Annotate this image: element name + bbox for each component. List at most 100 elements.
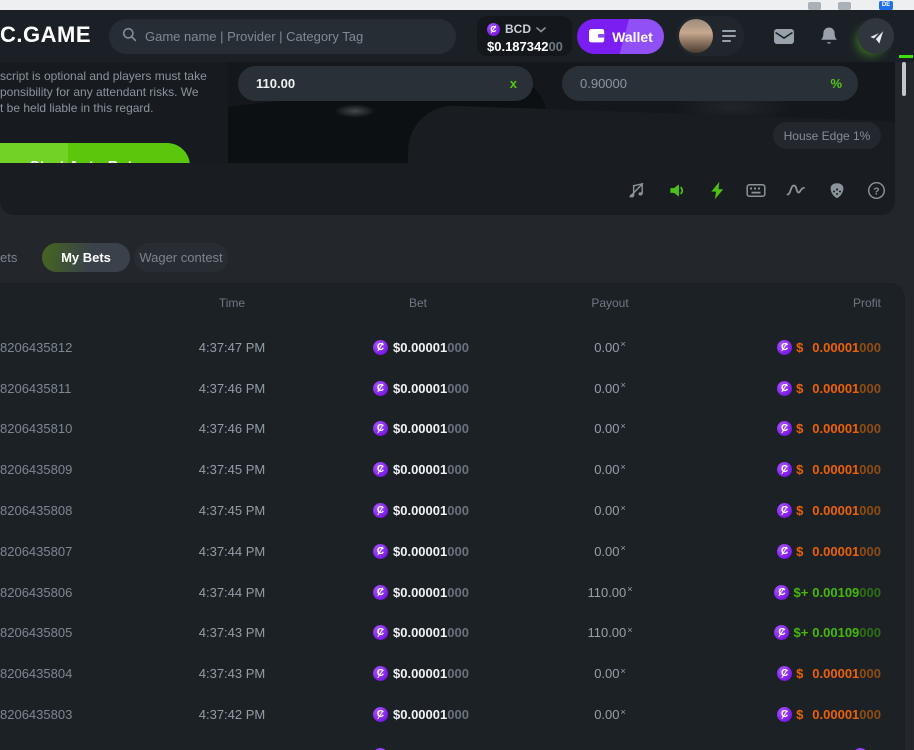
browser-extension-icon[interactable]	[808, 2, 821, 10]
table-row[interactable]: 8206435812 4:37:47 PM C $0.00001000 0.00…	[0, 327, 905, 368]
site-logo[interactable]: C.GAME	[0, 22, 91, 48]
bcd-coin-icon: C	[774, 625, 789, 640]
wallet-icon	[588, 28, 605, 46]
table-row[interactable]: 8206435810 4:37:46 PM C $0.00001000 0.00…	[0, 409, 905, 450]
bet-payout: 0.00×	[540, 409, 680, 450]
sound-on-icon[interactable]	[667, 180, 687, 200]
table-row[interactable]: 8206435806 4:37:44 PM C $0.00001000 110.…	[0, 572, 905, 613]
seed-icon[interactable]	[827, 180, 847, 200]
table-row[interactable]: 8206435804 4:37:43 PM C $0.00001000 0.00…	[0, 653, 905, 694]
browser-strip: DE	[0, 0, 914, 10]
bcd-coin-icon: C	[777, 340, 792, 355]
bcd-coin-icon: C	[777, 381, 792, 396]
bcd-coin-icon: C	[774, 585, 789, 600]
game-panel: script is optional and players must take…	[0, 62, 895, 215]
browser-extension-icon[interactable]	[838, 2, 851, 10]
table-row[interactable]: 8206435807 4:37:44 PM C $0.00001000 0.00…	[0, 531, 905, 572]
bet-profit: C $0.00001000	[777, 653, 881, 694]
tab-my-bets[interactable]: My Bets	[42, 243, 130, 272]
bet-time	[152, 735, 312, 750]
bcd-coin-icon: C	[373, 340, 388, 355]
balance-amount: $0.187342	[487, 39, 548, 54]
table-body: 8206435812 4:37:47 PM C $0.00001000 0.00…	[0, 327, 905, 750]
column-header-bet: Bet	[358, 296, 478, 310]
bet-amount: C $0.00001000	[373, 449, 469, 490]
bet-id: 8206435805	[0, 613, 72, 654]
balance-selector[interactable]: C BCD $0.18734200	[477, 16, 572, 56]
bet-profit: C	[853, 735, 881, 750]
column-header-payout: Payout	[540, 296, 680, 310]
table-row[interactable]: 8206435811 4:37:46 PM C $0.00001000 0.00…	[0, 368, 905, 409]
turbo-icon[interactable]	[707, 180, 727, 200]
table-row[interactable]: 8206435809 4:37:45 PM C $0.00001000 0.00…	[0, 449, 905, 490]
bet-amount: C $0.00001000	[373, 490, 469, 531]
tab-wager-contest[interactable]: Wager contest	[134, 243, 228, 272]
balance-currency: BCD	[505, 22, 531, 36]
bet-list-icon[interactable]	[722, 30, 736, 45]
green-accent-segment	[899, 55, 913, 58]
wallet-button[interactable]: Wallet	[577, 19, 664, 54]
svg-text:?: ?	[873, 186, 879, 197]
bet-id: 8206435804	[0, 653, 72, 694]
bet-profit: C $0.00001000	[777, 327, 881, 368]
balance-amount-dim: 00	[548, 39, 562, 54]
bcd-coin-icon: C	[373, 666, 388, 681]
bet-id: 8206435810	[0, 409, 72, 450]
bcd-coin-icon: C	[373, 707, 388, 722]
payout-input[interactable]: 110.00 x	[238, 66, 533, 101]
multiplier-x-icon: x	[510, 76, 517, 91]
payout-input-value: 110.00	[256, 76, 510, 91]
table-row[interactable]: 8206435805 4:37:43 PM C $0.00001000 110.…	[0, 613, 905, 654]
win-chance-input[interactable]: 0.90000 %	[562, 66, 858, 101]
canvas-rock	[328, 102, 382, 120]
table-row[interactable]: 8206435803 4:37:42 PM C $0.00001000 0.00…	[0, 694, 905, 735]
bc-game-page: DE C.GAME Game name | Provider | Categor…	[0, 0, 914, 750]
bet-payout: 0.00×	[540, 694, 680, 735]
bcd-coin-icon: C	[373, 625, 388, 640]
bet-time: 4:37:45 PM	[152, 490, 312, 531]
bet-amount: C $0.00001000	[373, 613, 469, 654]
wallet-button-label: Wallet	[612, 29, 653, 45]
avatar[interactable]	[679, 19, 713, 53]
bet-profit: C $0.00001000	[777, 449, 881, 490]
bcd-coin-icon: C	[373, 544, 388, 559]
bcd-coin-icon: C	[777, 462, 792, 477]
top-navbar: C.GAME Game name | Provider | Category T…	[0, 10, 914, 62]
mail-icon[interactable]	[773, 28, 795, 50]
percent-icon: %	[830, 76, 842, 91]
table-row[interactable]: 8206435808 4:37:45 PM C $0.00001000 0.00…	[0, 490, 905, 531]
tab-all-bets[interactable]: ets	[0, 250, 17, 265]
browser-extension-badge[interactable]: DE	[879, 1, 893, 10]
hotkeys-icon[interactable]	[746, 180, 766, 200]
bet-profit: C $0.00001000	[777, 490, 881, 531]
bet-id: 8206435803	[0, 694, 72, 735]
search-input[interactable]: Game name | Provider | Category Tag	[109, 19, 456, 54]
live-stats-icon[interactable]	[786, 180, 806, 200]
bet-payout: 0.00×	[540, 368, 680, 409]
bet-profit: C $0.00001000	[777, 531, 881, 572]
music-off-icon[interactable]	[626, 180, 646, 200]
bcd-coin-icon: C	[777, 544, 792, 559]
bcd-coin-icon: C	[777, 666, 792, 681]
bet-payout: 0.00×	[540, 490, 680, 531]
profile-menu[interactable]	[676, 16, 744, 56]
bet-time: 4:37:45 PM	[152, 449, 312, 490]
bet-amount: C $0.00001000	[373, 368, 469, 409]
table-row[interactable]: C C	[0, 735, 905, 750]
bet-amount: C $0.00001000	[373, 694, 469, 735]
bet-payout	[540, 735, 680, 750]
bcd-coin-icon: C	[777, 421, 792, 436]
help-icon[interactable]: ?	[866, 180, 886, 200]
bet-time: 4:37:42 PM	[152, 694, 312, 735]
bet-time: 4:37:46 PM	[152, 368, 312, 409]
scrollbar-thumb[interactable]	[902, 62, 906, 96]
chat-disabled-icon[interactable]	[858, 18, 894, 54]
chevron-down-icon	[536, 20, 546, 38]
bell-icon[interactable]	[820, 26, 838, 51]
bet-payout: 0.00×	[540, 531, 680, 572]
bet-amount: C $0.00001000	[373, 572, 469, 613]
bcd-coin-icon: C	[373, 462, 388, 477]
bcd-coin-icon: C	[777, 503, 792, 518]
bet-id: 8206435811	[0, 368, 71, 409]
bet-amount: C $0.00001000	[373, 327, 469, 368]
